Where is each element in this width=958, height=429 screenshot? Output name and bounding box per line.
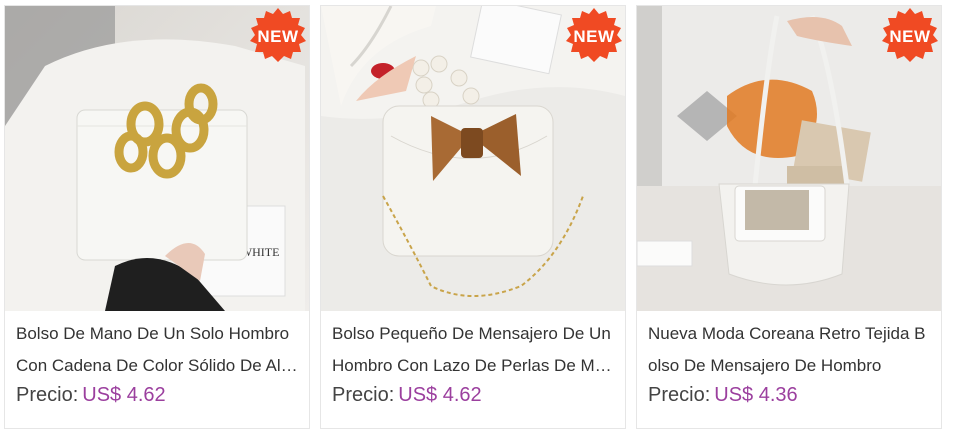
product-price: Precio: US$ 4.62 — [332, 384, 482, 407]
product-title[interactable]: Bolso Pequeño De Mensajero De Un Hombro … — [332, 318, 618, 382]
product-card[interactable]: NEW Bolso Pequeño De Mensajero De Un Hom… — [320, 5, 626, 429]
product-card[interactable]: NEW Nueva Moda Coreana Retro Tejida Bols… — [636, 5, 942, 429]
product-grid: BLACK & WHITE NEW Bolso — [0, 0, 958, 429]
product-title[interactable]: Bolso De Mano De Un Solo Hombro Con Cade… — [16, 318, 302, 382]
badge-label: NEW — [257, 27, 299, 46]
price-value: US$ 4.36 — [714, 384, 798, 406]
product-card[interactable]: BLACK & WHITE NEW Bolso — [4, 5, 310, 429]
product-image[interactable]: BLACK & WHITE NEW — [5, 6, 309, 311]
badge-label: NEW — [889, 27, 931, 46]
product-image[interactable]: NEW — [637, 6, 941, 311]
price-label: Precio: — [16, 384, 79, 406]
badge-label: NEW — [573, 27, 615, 46]
price-value: US$ 4.62 — [398, 384, 482, 406]
product-image[interactable]: NEW — [321, 6, 625, 311]
price-label: Precio: — [332, 384, 395, 406]
new-badge-icon: NEW — [879, 6, 941, 68]
product-price: Precio: US$ 4.36 — [648, 384, 798, 407]
product-price: Precio: US$ 4.62 — [16, 384, 166, 407]
price-label: Precio: — [648, 384, 711, 406]
price-value: US$ 4.62 — [82, 384, 166, 406]
product-title[interactable]: Nueva Moda Coreana Retro Tejida Bolso De… — [648, 318, 934, 382]
new-badge-icon: NEW — [247, 6, 309, 68]
new-badge-icon: NEW — [563, 6, 625, 68]
